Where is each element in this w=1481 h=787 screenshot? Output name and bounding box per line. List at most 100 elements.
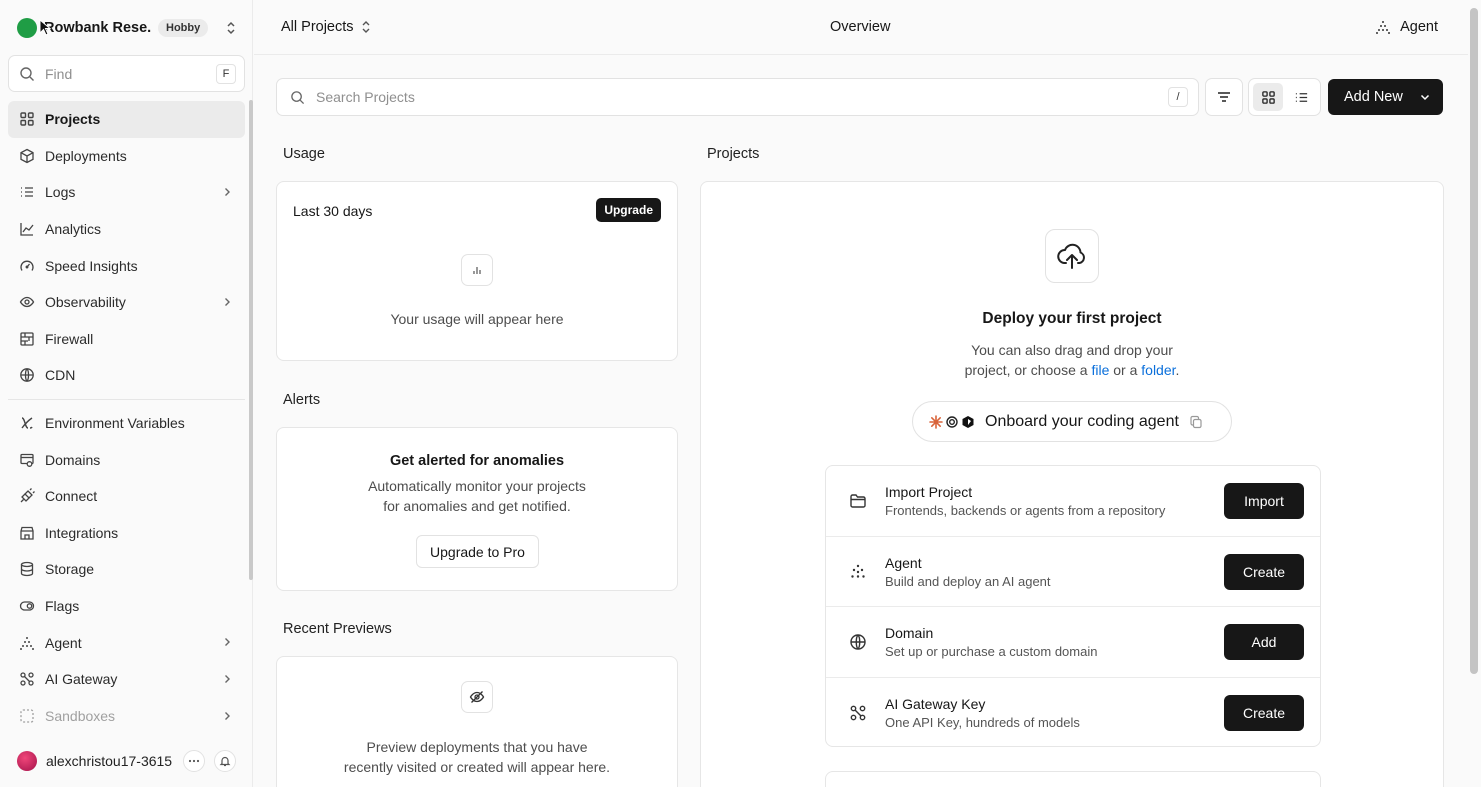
chevron-right-icon xyxy=(221,673,233,685)
search-icon xyxy=(19,66,35,82)
sidebar-item-projects[interactable]: Projects xyxy=(8,101,245,138)
onboard-agent-button[interactable]: Onboard your coding agent xyxy=(912,401,1232,442)
sidebar-item-firewall[interactable]: Firewall xyxy=(8,321,245,358)
action-row-domain[interactable]: Domain Set up or purchase a custom domai… xyxy=(826,607,1320,678)
action-description: Build and deploy an AI agent xyxy=(885,573,1051,589)
action-description: Set up or purchase a custom domain xyxy=(885,644,1098,659)
sidebar-item-label: Analytics xyxy=(45,221,102,238)
sidebar-item-analytics[interactable]: Analytics xyxy=(8,211,245,248)
sidebar-item-deployments[interactable]: Deployments xyxy=(8,138,245,175)
sidebar-scrollbar[interactable] xyxy=(249,100,253,580)
eye-off-icon xyxy=(461,681,493,713)
agent-logos xyxy=(929,414,975,429)
sidebar-item-storage[interactable]: Storage xyxy=(8,551,245,588)
filter-icon xyxy=(1216,89,1232,105)
chevron-right-icon xyxy=(221,636,233,648)
gateway-icon xyxy=(19,671,35,687)
domain-icon xyxy=(19,452,35,468)
database-icon xyxy=(19,561,35,577)
add-new-label: Add New xyxy=(1344,89,1403,105)
sidebar-nav: Projects Deployments Logs Analytics Spee… xyxy=(8,101,245,734)
sidebar-item-cdn[interactable]: CDN xyxy=(8,357,245,394)
search-projects-input[interactable]: Search Projects / xyxy=(276,78,1199,116)
file-link[interactable]: file xyxy=(1091,362,1109,378)
find-placeholder: Find xyxy=(45,65,73,82)
upgrade-to-pro-button[interactable]: Upgrade to Pro xyxy=(416,535,539,568)
sidebar-item-label: Observability xyxy=(45,294,126,311)
sidebar-item-label: CDN xyxy=(45,367,76,384)
team-name: Rowbank Rese... xyxy=(44,20,152,36)
sidebar-item-flags[interactable]: Flags xyxy=(8,588,245,625)
action-title: Import Project xyxy=(885,484,973,500)
more-icon[interactable] xyxy=(183,750,205,772)
sidebar-item-speed-insights[interactable]: Speed Insights xyxy=(8,247,245,284)
sidebar-item-label: Deployments xyxy=(45,147,127,164)
bell-icon[interactable] xyxy=(214,750,236,772)
usage-card: Last 30 days Upgrade Your usage will app… xyxy=(276,181,678,361)
plan-badge: Hobby xyxy=(158,19,209,37)
deploy-text-period: . xyxy=(1175,362,1180,378)
next-card xyxy=(825,771,1321,787)
line-chart-icon xyxy=(19,221,35,237)
project-switcher[interactable]: All Projects xyxy=(281,19,372,35)
chevron-right-icon xyxy=(221,186,233,198)
agent-icon xyxy=(19,635,35,651)
action-description: One API Key, hundreds of models xyxy=(885,714,1080,730)
sidebar-item-sandboxes[interactable]: Sandboxes xyxy=(8,698,245,735)
sidebar: Rowbank Rese... Hobby Find F Projects De… xyxy=(0,0,253,787)
projects-card: Deploy your first project You can also d… xyxy=(700,181,1444,787)
action-row-ai-gateway-key[interactable]: AI Gateway Key One API Key, hundreds of … xyxy=(826,678,1320,747)
sidebar-item-agent[interactable]: Agent xyxy=(8,624,245,661)
sidebar-item-label: Domains xyxy=(45,451,101,468)
sidebar-item-connect[interactable]: Connect xyxy=(8,478,245,515)
previews-text-line2: recently visited or created will appear … xyxy=(343,759,611,775)
chevron-right-icon xyxy=(221,296,233,308)
sidebar-item-label: Connect xyxy=(45,488,98,505)
action-title: AI Gateway Key xyxy=(885,695,986,712)
find-input[interactable]: Find F xyxy=(8,55,245,92)
agent-label: Agent xyxy=(1400,19,1438,35)
sidebar-item-integrations[interactable]: Integrations xyxy=(8,515,245,552)
avatar xyxy=(17,751,37,771)
sidebar-item-label: Projects xyxy=(45,111,101,128)
action-title: Agent xyxy=(885,554,922,571)
sidebar-item-domains[interactable]: Domains xyxy=(8,441,245,478)
cursor-logo-icon xyxy=(961,415,975,429)
folder-link[interactable]: folder xyxy=(1141,362,1175,378)
create-gateway-key-button[interactable]: Create xyxy=(1224,694,1304,731)
filter-button[interactable] xyxy=(1205,78,1243,116)
create-agent-button[interactable]: Create xyxy=(1224,553,1304,590)
add-new-button[interactable]: Add New xyxy=(1328,79,1443,115)
copy-icon[interactable] xyxy=(1189,415,1203,429)
firewall-icon xyxy=(19,331,35,347)
deploy-text-or: or a xyxy=(1109,362,1142,378)
sidebar-divider xyxy=(8,398,245,400)
list-icon xyxy=(19,184,35,200)
top-bar: All Projects Overview Agent xyxy=(254,0,1468,55)
sidebar-item-label: Integrations xyxy=(45,524,119,541)
list-view-button[interactable] xyxy=(1286,83,1316,111)
agent-button[interactable]: Agent xyxy=(1375,19,1438,35)
action-row-agent[interactable]: Agent Build and deploy an AI agent Creat… xyxy=(826,537,1320,607)
quick-actions-list: Import Project Frontends, backends or ag… xyxy=(825,465,1321,747)
grid-view-button[interactable] xyxy=(1253,83,1283,111)
usage-empty-text: Your usage will appear here xyxy=(390,311,564,327)
sidebar-item-environment-variables[interactable]: Environment Variables xyxy=(8,405,245,442)
deploy-text-line2: project, or choose a file or a folder. xyxy=(701,360,1443,380)
sidebar-item-ai-gateway[interactable]: AI Gateway xyxy=(8,661,245,698)
action-row-import-project[interactable]: Import Project Frontends, backends or ag… xyxy=(826,466,1320,537)
chevron-up-down-icon[interactable] xyxy=(224,20,238,36)
add-domain-button[interactable]: Add xyxy=(1224,624,1304,660)
upgrade-button[interactable]: Upgrade xyxy=(596,198,661,222)
alerts-card: Get alerted for anomalies Automatically … xyxy=(276,427,678,591)
recent-previews-heading: Recent Previews xyxy=(283,621,392,637)
import-button[interactable]: Import xyxy=(1224,483,1304,519)
alerts-text-line2: for anomalies and get notified. xyxy=(383,498,571,514)
alerts-text-line1: Automatically monitor your projects xyxy=(368,478,586,494)
deploy-title: Deploy your first project xyxy=(982,310,1162,327)
sidebar-item-observability[interactable]: Observability xyxy=(8,284,245,321)
eye-icon xyxy=(19,294,35,310)
user-menu[interactable]: alexchristou17-3615 xyxy=(17,750,242,772)
page-scrollbar[interactable] xyxy=(1470,8,1478,674)
sidebar-item-logs[interactable]: Logs xyxy=(8,174,245,211)
